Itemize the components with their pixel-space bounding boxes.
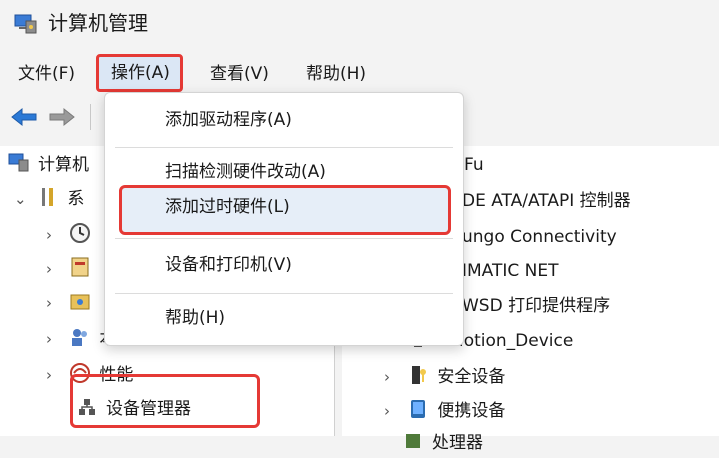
computer-management-icon bbox=[8, 153, 29, 172]
forward-arrow-icon[interactable] bbox=[48, 106, 76, 128]
device-manager-highlight bbox=[70, 374, 260, 428]
tree-item-system-tools[interactable]: ⌄ 系 bbox=[14, 184, 84, 214]
menu-help[interactable]: 帮助(H) bbox=[302, 60, 370, 88]
list-item-security-devices[interactable]: › 安全设备 bbox=[384, 362, 505, 392]
tree-item-task-scheduler[interactable]: › bbox=[46, 220, 99, 250]
tree-item-root[interactable]: 计算机 bbox=[8, 150, 89, 180]
menu-item-add-legacy-hardware[interactable]: 添加过时硬件(L) bbox=[165, 192, 290, 222]
list-item-label: 处理器 bbox=[432, 433, 483, 453]
window-title: 计算机管理 bbox=[48, 11, 148, 35]
chevron-right-icon[interactable]: › bbox=[384, 396, 402, 426]
toolbar-separator bbox=[90, 104, 91, 130]
menu-bar: 文件(F) 操作(A) 查看(V) 帮助(H) bbox=[0, 54, 719, 92]
menu-action[interactable]: 操作(A) bbox=[96, 54, 183, 92]
shared-folder-icon bbox=[70, 294, 90, 310]
tools-icon bbox=[42, 188, 54, 206]
users-icon bbox=[72, 329, 88, 346]
menu-item-devices-printers[interactable]: 设备和打印机(V) bbox=[165, 250, 292, 280]
list-item-processor[interactable]: 处理器 bbox=[402, 428, 483, 458]
action-dropdown-menu: 添加驱动程序(A) 扫描检测硬件改动(A) 添加过时硬件(L) 设备和打印机(V… bbox=[104, 92, 464, 346]
tree-item-root-label: 计算机 bbox=[38, 155, 89, 175]
portable-device-icon bbox=[411, 400, 426, 418]
list-item-portable-devices[interactable]: › 便携设备 bbox=[384, 396, 505, 426]
tree-item-shared-folders[interactable]: › bbox=[46, 288, 99, 318]
menu-separator bbox=[115, 293, 453, 294]
chevron-right-icon[interactable]: › bbox=[46, 324, 64, 354]
security-device-icon bbox=[412, 366, 427, 384]
list-item-label: 便携设备 bbox=[437, 401, 506, 421]
tree-item-event-viewer[interactable]: › bbox=[46, 254, 99, 284]
tree-item-system-label: 系 bbox=[67, 189, 85, 209]
chevron-right-icon[interactable]: › bbox=[46, 360, 64, 390]
list-item[interactable]: DE ATA/ATAPI 控制器 bbox=[462, 186, 631, 216]
chevron-right-icon[interactable]: › bbox=[46, 220, 64, 250]
menu-view[interactable]: 查看(V) bbox=[206, 60, 273, 88]
back-arrow-icon[interactable] bbox=[10, 106, 38, 128]
chevron-down-icon[interactable]: ⌄ bbox=[14, 184, 32, 214]
list-item-label: 安全设备 bbox=[437, 367, 506, 387]
list-item[interactable]: ungo Connectivity bbox=[462, 222, 617, 252]
clock-icon bbox=[70, 223, 91, 243]
event-viewer-icon bbox=[71, 257, 89, 277]
computer-management-icon bbox=[14, 14, 37, 34]
menu-separator bbox=[115, 147, 453, 148]
title-bar: 计算机管理 bbox=[0, 0, 719, 48]
list-item[interactable]: WSD 打印提供程序 bbox=[462, 291, 610, 321]
menu-item-help[interactable]: 帮助(H) bbox=[165, 303, 225, 333]
menu-separator bbox=[115, 238, 453, 239]
processor-icon bbox=[406, 434, 420, 448]
menu-file[interactable]: 文件(F) bbox=[14, 60, 79, 88]
list-item[interactable]: Fu bbox=[464, 150, 484, 180]
chevron-right-icon[interactable]: › bbox=[46, 288, 64, 318]
chevron-right-icon[interactable]: › bbox=[384, 362, 402, 392]
menu-item-add-driver[interactable]: 添加驱动程序(A) bbox=[165, 105, 292, 135]
menu-item-scan-hardware[interactable]: 扫描检测硬件改动(A) bbox=[165, 157, 326, 187]
list-item[interactable]: IMATIC NET bbox=[462, 256, 559, 286]
chevron-right-icon[interactable]: › bbox=[46, 254, 64, 284]
